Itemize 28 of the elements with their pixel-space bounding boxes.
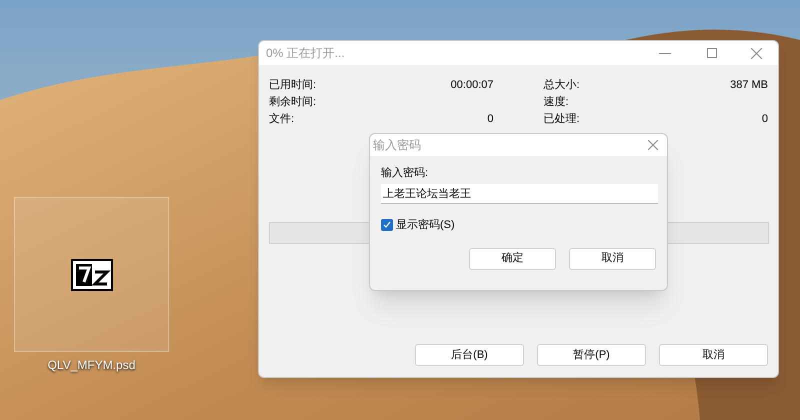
- desktop-file-icon-tile[interactable]: [14, 197, 169, 352]
- dialog-button[interactable]: 取消: [569, 248, 656, 270]
- checkbox-label: 显示密码(S): [396, 218, 455, 233]
- dialog-title: 输入密码: [372, 137, 422, 154]
- dialog-button[interactable]: 后台(B): [415, 344, 524, 366]
- dialog-button[interactable]: 取消: [659, 344, 768, 366]
- archive-icon: [70, 258, 112, 290]
- stat-label: 速度:: [544, 94, 569, 110]
- stat-value: 0: [487, 112, 494, 127]
- dialog-button[interactable]: 确定: [469, 248, 556, 270]
- stat-value: 0: [762, 112, 768, 127]
- stat-value: 00:00:07: [450, 78, 494, 93]
- maximize-icon[interactable]: [707, 48, 717, 58]
- window-title: 0% 正在打开...: [265, 45, 346, 62]
- close-icon[interactable]: [648, 140, 658, 150]
- stat-label: 总大小:: [544, 78, 580, 93]
- field-label: 输入密码:: [381, 166, 430, 180]
- file-name: QLV_MFYM.psd: [46, 357, 136, 374]
- stat-label: 已处理:: [544, 112, 580, 127]
- checkbox[interactable]: [381, 219, 393, 232]
- stat-label: 文件:: [269, 112, 294, 127]
- dialog-button[interactable]: 暂停(P): [537, 344, 646, 366]
- close-icon[interactable]: [751, 48, 762, 58]
- stat-label: 已用时间:: [269, 78, 316, 93]
- password-field[interactable]: 上老王论坛当老王: [381, 184, 658, 204]
- stat-label: 剩余时间:: [269, 95, 316, 110]
- stat-value: 387 MB: [730, 78, 768, 93]
- minimize-icon[interactable]: [659, 52, 671, 54]
